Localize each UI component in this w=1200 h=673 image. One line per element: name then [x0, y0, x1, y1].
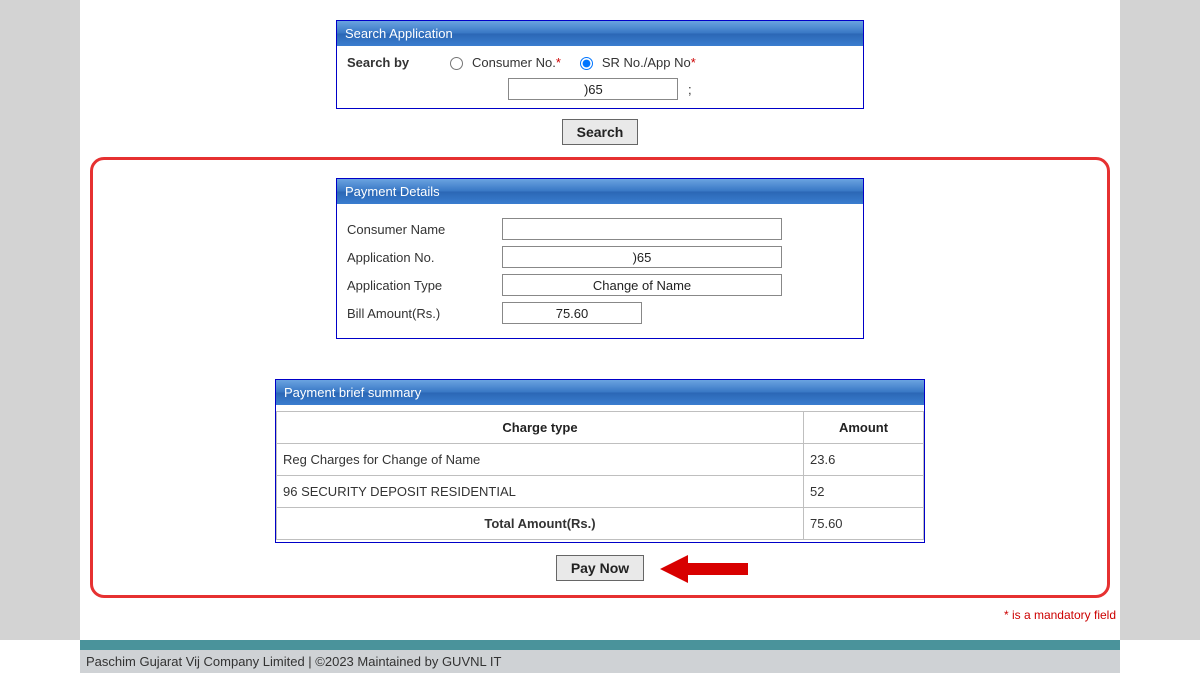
search-input[interactable] — [508, 78, 678, 100]
summary-table: Charge type Amount Reg Charges for Chang… — [276, 411, 924, 540]
sr-no-label: SR No./App No* — [602, 55, 696, 70]
consumer-name-field[interactable] — [502, 218, 782, 240]
teal-divider — [80, 640, 1120, 650]
arrow-icon — [660, 551, 750, 587]
left-gutter — [0, 0, 80, 640]
search-application-panel: Search Application Search by Consumer No… — [336, 20, 864, 109]
charge-cell: 96 SECURITY DEPOSIT RESIDENTIAL — [277, 476, 804, 508]
highlighted-section: Payment Details Consumer Name Applicatio… — [90, 157, 1110, 598]
content-area: Search Application Search by Consumer No… — [80, 0, 1120, 640]
bill-amount-field[interactable] — [502, 302, 642, 324]
consumer-no-label: Consumer No.* — [472, 55, 561, 70]
payment-details-title: Payment Details — [337, 179, 863, 204]
amount-cell: 23.6 — [804, 444, 924, 476]
total-label: Total Amount(Rs.) — [277, 508, 804, 540]
amount-cell: 52 — [804, 476, 924, 508]
payment-details-panel: Payment Details Consumer Name Applicatio… — [336, 178, 864, 339]
total-value: 75.60 — [804, 508, 924, 540]
search-button[interactable]: Search — [562, 119, 639, 145]
mandatory-note: * is a mandatory field — [1004, 608, 1116, 622]
col-charge-type: Charge type — [277, 412, 804, 444]
consumer-name-label: Consumer Name — [347, 222, 502, 237]
application-type-field[interactable] — [502, 274, 782, 296]
application-type-label: Application Type — [347, 278, 502, 293]
application-no-field[interactable] — [502, 246, 782, 268]
pay-now-button[interactable]: Pay Now — [556, 555, 644, 581]
search-by-label: Search by — [347, 55, 427, 70]
sr-no-radio[interactable] — [580, 57, 593, 70]
payment-summary-title: Payment brief summary — [276, 380, 924, 405]
right-gutter — [1120, 0, 1200, 640]
col-amount: Amount — [804, 412, 924, 444]
table-row: 96 SECURITY DEPOSIT RESIDENTIAL 52 — [277, 476, 924, 508]
consumer-no-radio[interactable] — [450, 57, 463, 70]
payment-summary-panel: Payment brief summary Charge type Amount… — [275, 379, 925, 543]
search-panel-title: Search Application — [337, 21, 863, 46]
total-row: Total Amount(Rs.) 75.60 — [277, 508, 924, 540]
table-row: Reg Charges for Change of Name 23.6 — [277, 444, 924, 476]
charge-cell: Reg Charges for Change of Name — [277, 444, 804, 476]
bill-amount-label: Bill Amount(Rs.) — [347, 306, 502, 321]
footer-text: Paschim Gujarat Vij Company Limited | ©2… — [80, 650, 1120, 673]
application-no-label: Application No. — [347, 250, 502, 265]
input-separator: ; — [688, 82, 692, 97]
